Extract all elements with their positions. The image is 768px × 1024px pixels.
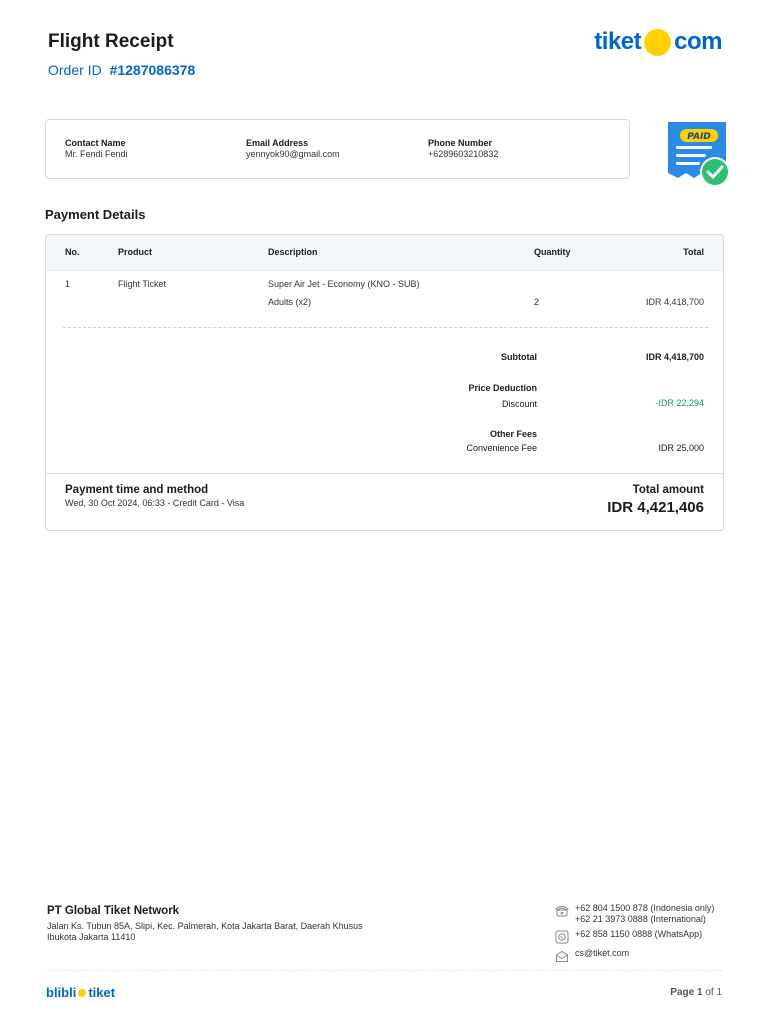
whatsapp-icon bbox=[555, 930, 569, 944]
footer-divider bbox=[47, 970, 722, 971]
contact-name-col: Contact Name Mr. Fendi Fendi bbox=[65, 138, 128, 159]
whatsapp-contact: +62 858 1150 0888 (WhatsApp) bbox=[555, 929, 714, 944]
contact-name-value: Mr. Fendi Fendi bbox=[65, 149, 128, 159]
price-deduction-title: Price Deduction bbox=[468, 383, 537, 393]
convenience-fee-value: IDR 25,000 bbox=[658, 443, 704, 453]
phone-international[interactable]: +62 21 3973 0888 (International) bbox=[575, 914, 714, 925]
page-of: of bbox=[705, 987, 714, 998]
footer-contacts: +62 804 1500 878 (Indonesia only) +62 21… bbox=[555, 903, 714, 967]
total-amount-value: IDR 4,421,406 bbox=[607, 499, 704, 516]
convenience-fee-label: Convenience Fee bbox=[466, 443, 537, 453]
phone-contact: +62 804 1500 878 (Indonesia only) +62 21… bbox=[555, 903, 714, 925]
card-footer-divider bbox=[46, 473, 723, 474]
dashed-divider bbox=[63, 327, 708, 328]
contact-name-label: Contact Name bbox=[65, 138, 126, 148]
phone-indonesia[interactable]: +62 804 1500 878 (Indonesia only) bbox=[575, 903, 714, 914]
table-header: No. Product Description Quantity Total bbox=[46, 235, 723, 271]
page-title: Flight Receipt bbox=[48, 31, 174, 52]
whatsapp-number[interactable]: +62 858 1150 0888 (WhatsApp) bbox=[575, 929, 702, 940]
page-current: 1 bbox=[696, 987, 703, 998]
other-fees-title: Other Fees bbox=[489, 429, 537, 439]
col-no: No. bbox=[65, 247, 80, 257]
email-col: Email Address yennyok90@gmail.com bbox=[246, 138, 340, 159]
page-number: Page 1 of 1 bbox=[670, 987, 722, 998]
mail-icon bbox=[556, 950, 568, 962]
order-id-value: #1287086378 bbox=[109, 62, 196, 78]
email-label: Email Address bbox=[246, 138, 309, 148]
row-sub-description: Adults (x2) bbox=[268, 297, 312, 307]
col-quantity: Quantity bbox=[534, 247, 571, 257]
col-product: Product bbox=[118, 247, 153, 257]
page-total: 1 bbox=[716, 987, 722, 998]
discount-label: Discount bbox=[501, 399, 537, 409]
payment-card: No. Product Description Quantity Total 1… bbox=[45, 234, 724, 531]
brand-dot-icon bbox=[78, 988, 87, 997]
contact-card: Contact Name Mr. Fendi Fendi Email Addre… bbox=[45, 119, 630, 179]
subtotal-value: IDR 4,418,700 bbox=[645, 352, 704, 362]
logo-text-right: com bbox=[674, 28, 722, 55]
row-quantity: 2 bbox=[534, 297, 540, 307]
company-address: Jalan Ks. Tubun 85A, Slipi, Kec. Palmera… bbox=[47, 921, 363, 942]
row-product: Flight Ticket bbox=[118, 279, 167, 289]
payment-method-title: Payment time and method bbox=[65, 484, 209, 496]
email-value: yennyok90@gmail.com bbox=[246, 149, 340, 159]
row-description: Super Air Jet - Economy (KNO - SUB) bbox=[268, 279, 420, 289]
email-contact: cs@tiket.com bbox=[555, 948, 714, 963]
logo-dot-icon bbox=[644, 28, 672, 56]
discount-value: -IDR 22,294 bbox=[655, 398, 704, 408]
order-id-label: Order ID bbox=[48, 62, 102, 78]
page-word: Page bbox=[670, 987, 695, 998]
payment-method-value: Wed, 30 Oct 2024, 06:33 - Credit Card - … bbox=[65, 498, 245, 508]
blibli-tiket-logo: blibli tiket bbox=[46, 985, 115, 1000]
brand-left-text: blibli bbox=[46, 985, 77, 1000]
order-id-line: Order ID #1287086378 bbox=[48, 62, 195, 78]
payment-details-title: Payment Details bbox=[45, 207, 146, 222]
paid-receipt-icon: PAID bbox=[662, 118, 734, 190]
phone-label: Phone Number bbox=[428, 138, 493, 148]
telephone-icon bbox=[555, 906, 569, 917]
row-total: IDR 4,418,700 bbox=[645, 297, 704, 307]
logo-text-left: tiket bbox=[594, 28, 642, 55]
company-name: PT Global Tiket Network bbox=[47, 905, 180, 917]
paid-badge-text: PAID bbox=[687, 132, 711, 142]
subtotal-label: Subtotal bbox=[501, 352, 537, 362]
total-amount-label: Total amount bbox=[632, 484, 704, 496]
row-no: 1 bbox=[65, 279, 71, 289]
col-total: Total bbox=[683, 247, 704, 257]
col-description: Description bbox=[268, 247, 318, 257]
support-email[interactable]: cs@tiket.com bbox=[575, 948, 629, 959]
tiket-logo: tiket com bbox=[594, 26, 722, 58]
phone-col: Phone Number +6289603210832 bbox=[428, 138, 498, 159]
brand-right-text: tiket bbox=[88, 985, 116, 1000]
phone-value: +6289603210832 bbox=[428, 149, 499, 159]
